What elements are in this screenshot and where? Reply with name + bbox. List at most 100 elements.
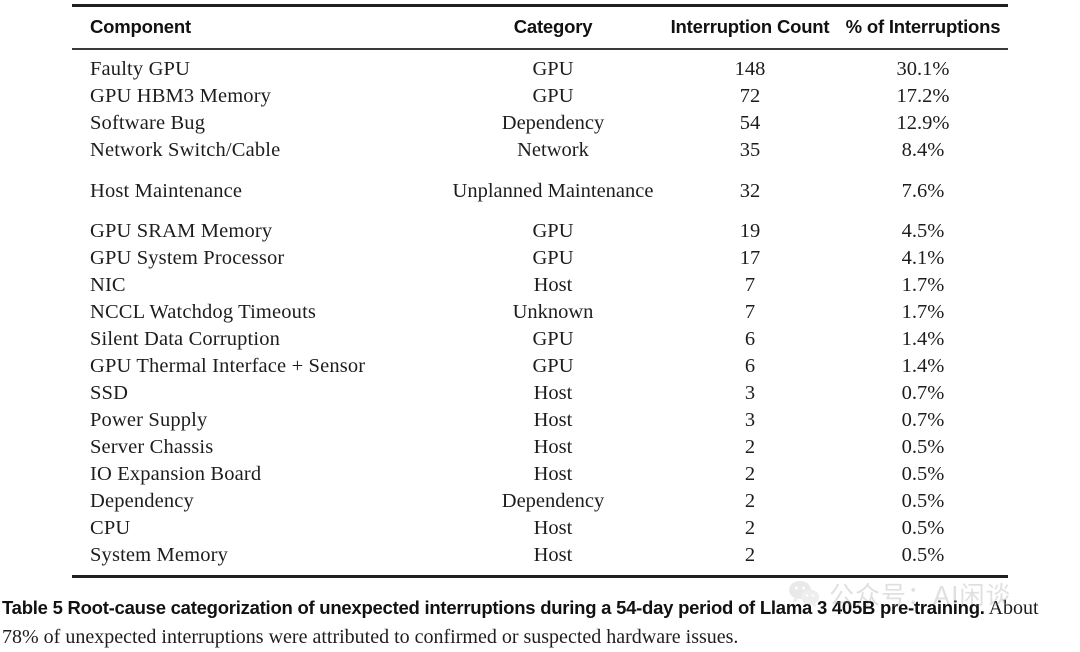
cell-component: GPU HBM3 Memory (90, 85, 272, 107)
cell-category: GPU (532, 328, 574, 350)
cell-component: GPU Thermal Interface + Sensor (90, 355, 366, 377)
cell-percent: 17.2% (896, 85, 950, 107)
column-header-interruption-count: Interruption Count (670, 16, 830, 37)
cell-percent: 4.1% (901, 247, 945, 269)
cell-interruption-count: 19 (739, 220, 761, 242)
cell-component: Power Supply (90, 409, 208, 431)
cell-component: SSD (90, 382, 129, 404)
cell-interruption-count: 35 (739, 139, 761, 161)
cell-interruption-count: 32 (739, 179, 761, 202)
column-header-component: Component (90, 16, 191, 37)
cell-interruption-count: 2 (744, 490, 756, 512)
cell-category: Host (533, 463, 573, 485)
cell-percent: 4.5% (901, 220, 945, 242)
cell-percent: 0.5% (901, 463, 945, 485)
cell-component: Host Maintenance (90, 179, 243, 202)
cell-component: NIC (90, 274, 126, 296)
cell-component: GPU System Processor (90, 247, 285, 269)
cell-percent: 1.7% (901, 274, 945, 296)
cell-category: Dependency (501, 112, 605, 134)
table-caption: Table 5 Root-cause categorization of une… (2, 594, 1078, 652)
cell-interruption-count: 72 (739, 85, 761, 107)
table-container: Component Category Interruption Count % … (72, 4, 1008, 578)
cell-percent: 8.4% (901, 139, 945, 161)
table-header-row: Component Category Interruption Count % … (72, 7, 1008, 48)
cell-percent: 30.1% (896, 58, 950, 80)
cell-interruption-count: 3 (744, 382, 756, 404)
cell-percent: 0.5% (901, 490, 945, 512)
page-root: Component Category Interruption Count % … (0, 0, 1080, 650)
cell-percent: 1.4% (901, 328, 945, 350)
table-row: Server Chassis Host 2 0.5% (72, 434, 1008, 461)
cell-component: GPU SRAM Memory (90, 220, 273, 242)
table-row: GPU HBM3 Memory GPU 72 17.2% (72, 83, 1008, 110)
table-row: CPU Host 2 0.5% (72, 515, 1008, 542)
cell-percent: 0.7% (901, 382, 945, 404)
cell-category: Host (533, 274, 573, 296)
cell-interruption-count: 148 (734, 58, 766, 80)
cell-percent: 1.7% (901, 301, 945, 323)
table-row: Power Supply Host 3 0.7% (72, 407, 1008, 434)
table-row: NIC Host 7 1.7% (72, 272, 1008, 299)
cell-category: Network (517, 139, 589, 161)
cell-component: Faulty GPU (90, 58, 191, 80)
cell-interruption-count: 6 (744, 328, 756, 350)
table-row: System Memory Host 2 0.5% (72, 542, 1008, 569)
cell-category: GPU (532, 85, 574, 107)
cell-component: Silent Data Corruption (90, 328, 281, 350)
cell-category: Host (533, 409, 573, 431)
cell-percent: 7.6% (901, 179, 945, 202)
cell-category: Host (533, 544, 573, 566)
cell-category: Unplanned Maintenance (452, 179, 654, 202)
cell-category: Host (533, 382, 573, 404)
table-row: Silent Data Corruption GPU 6 1.4% (72, 326, 1008, 353)
cell-category: Host (533, 436, 573, 458)
cell-interruption-count: 2 (744, 517, 756, 539)
cell-component: System Memory (90, 544, 229, 566)
cell-component: Server Chassis (90, 436, 214, 458)
table-row: IO Expansion Board Host 2 0.5% (72, 461, 1008, 488)
cell-category: GPU (532, 58, 574, 80)
table-row: SSD Host 3 0.7% (72, 380, 1008, 407)
cell-interruption-count: 3 (744, 409, 756, 431)
cell-percent: 0.5% (901, 544, 945, 566)
table-row: GPU System Processor GPU 17 4.1% (72, 245, 1008, 272)
table-bottom-rule (72, 575, 1008, 578)
cell-interruption-count: 17 (739, 247, 761, 269)
table-row: Network Switch/Cable Network 35 8.4% (72, 137, 1008, 164)
cell-component: Software Bug (90, 112, 206, 134)
column-header-category: Category (513, 16, 593, 37)
cell-component: Dependency (90, 490, 194, 512)
cell-interruption-count: 2 (744, 436, 756, 458)
cell-interruption-count: 6 (744, 355, 756, 377)
table-row: Host Maintenance Unplanned Maintenance 32 7… (72, 164, 1008, 218)
cell-interruption-count: 2 (744, 463, 756, 485)
cell-interruption-count: 2 (744, 544, 756, 566)
cell-component: Network Switch/Cable (90, 139, 281, 161)
cell-percent: 0.5% (901, 517, 945, 539)
cell-category: Unknown (512, 301, 594, 323)
cell-percent: 1.4% (901, 355, 945, 377)
table-header: Component Category Interruption Count % … (72, 7, 1008, 48)
cell-component: NCCL Watchdog Timeouts (90, 301, 317, 323)
cell-category: Dependency (501, 490, 605, 512)
table-row: Software Bug Dependency 54 12.9% (72, 110, 1008, 137)
table-row: Dependency Dependency 2 0.5% (72, 488, 1008, 515)
cell-category: Host (533, 517, 573, 539)
cell-category: GPU (532, 220, 574, 242)
table-row: NCCL Watchdog Timeouts Unknown 7 1.7% (72, 299, 1008, 326)
cell-interruption-count: 54 (739, 112, 761, 134)
interruptions-table-body: Faulty GPU GPU 148 30.1% GPU HBM3 Memory GPU 7… (72, 50, 1008, 575)
cell-percent: 12.9% (896, 112, 950, 134)
cell-percent: 0.5% (901, 436, 945, 458)
cell-category: GPU (532, 247, 574, 269)
cell-interruption-count: 7 (744, 274, 756, 296)
cell-percent: 0.7% (901, 409, 945, 431)
cell-category: GPU (532, 355, 574, 377)
table-row: Faulty GPU GPU 148 30.1% (72, 56, 1008, 83)
column-header-percent-of-interruptions: % of Interruptions (845, 16, 1001, 37)
caption-title: Table 5 Root-cause categorization of une… (2, 597, 985, 618)
table-body: Faulty GPU GPU 148 30.1% GPU HBM3 Memory GPU 7… (72, 50, 1008, 575)
table-row: GPU SRAM Memory GPU 19 4.5% (72, 218, 1008, 245)
cell-component: IO Expansion Board (90, 463, 262, 485)
